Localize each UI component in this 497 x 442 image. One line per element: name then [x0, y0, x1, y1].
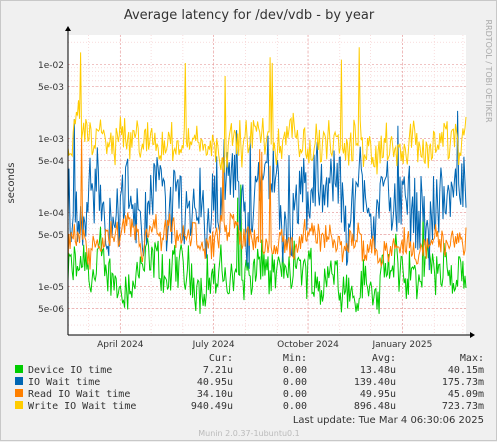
y-tick-label: 5e-03	[38, 83, 64, 93]
legend-header-max: Max:	[460, 353, 484, 364]
y-tick-label: 1e-04	[38, 209, 64, 219]
y-tick-label: 1e-05	[38, 283, 64, 293]
legend-value-max: 175.73m	[442, 377, 484, 388]
legend-value-min: 0.00	[283, 365, 307, 376]
legend-series-name: Device IO time	[28, 365, 112, 376]
munin-version-footer: Munin 2.0.37-1ubuntu0.1	[198, 429, 300, 438]
legend-value-min: 0.00	[283, 389, 307, 400]
legend-value-avg: 896.48u	[354, 401, 396, 412]
y-axis-arrow	[65, 26, 71, 31]
legend-swatch	[15, 365, 23, 373]
y-tick-label: 1e-02	[38, 61, 64, 71]
legend-value-max: 723.73m	[442, 401, 484, 412]
rrdtool-credit: RRDTOOL / TOBI OETIKER	[484, 19, 493, 122]
y-tick-label: 1e-03	[38, 135, 64, 145]
latency-chart: Average latency for /dev/vdb - by year R…	[6, 8, 493, 438]
graph-frame: Average latency for /dev/vdb - by year R…	[0, 0, 497, 441]
x-axis-arrow	[470, 332, 475, 338]
y-tick-label: 5e-05	[38, 231, 64, 241]
legend: Cur: Min: Avg: Max: Device IO time 7.21u 0.00 1…	[15, 353, 484, 412]
legend-value-cur: 34.10u	[197, 389, 233, 400]
y-tick-label: 5e-04	[38, 157, 64, 167]
legend-value-max: 45.09m	[448, 389, 484, 400]
legend-value-avg: 13.48u	[360, 365, 396, 376]
legend-value-avg: 49.95u	[360, 389, 396, 400]
legend-series-name: Write IO Wait time	[28, 401, 136, 412]
chart-title: Average latency for /dev/vdb - by year	[124, 8, 375, 23]
legend-header-min: Min:	[283, 353, 307, 364]
legend-series-name: Read IO Wait time	[28, 389, 130, 400]
x-tick-label: July 2024	[192, 340, 235, 350]
legend-swatch	[15, 389, 23, 397]
legend-value-cur: 40.95u	[197, 377, 233, 388]
legend-header-cur: Cur:	[209, 353, 233, 364]
x-tick-label: April 2024	[97, 340, 144, 350]
y-tick-label: 5e-06	[38, 305, 64, 315]
legend-series-name: IO Wait time	[28, 377, 100, 388]
y-axis-label: seconds	[6, 163, 17, 204]
legend-value-max: 40.15m	[448, 365, 484, 376]
legend-swatch	[15, 377, 23, 385]
legend-value-min: 0.00	[283, 377, 307, 388]
x-tick-label: January 2025	[371, 340, 432, 350]
legend-value-cur: 7.21u	[203, 365, 233, 376]
legend-value-min: 0.00	[283, 401, 307, 412]
legend-header-avg: Avg:	[372, 353, 396, 364]
last-update-text: Last update: Tue Mar 4 06:30:06 2025	[293, 415, 484, 426]
legend-value-avg: 139.40u	[354, 377, 396, 388]
x-tick-label: October 2024	[277, 340, 339, 350]
legend-swatch	[15, 401, 23, 409]
legend-value-cur: 940.49u	[191, 401, 233, 412]
